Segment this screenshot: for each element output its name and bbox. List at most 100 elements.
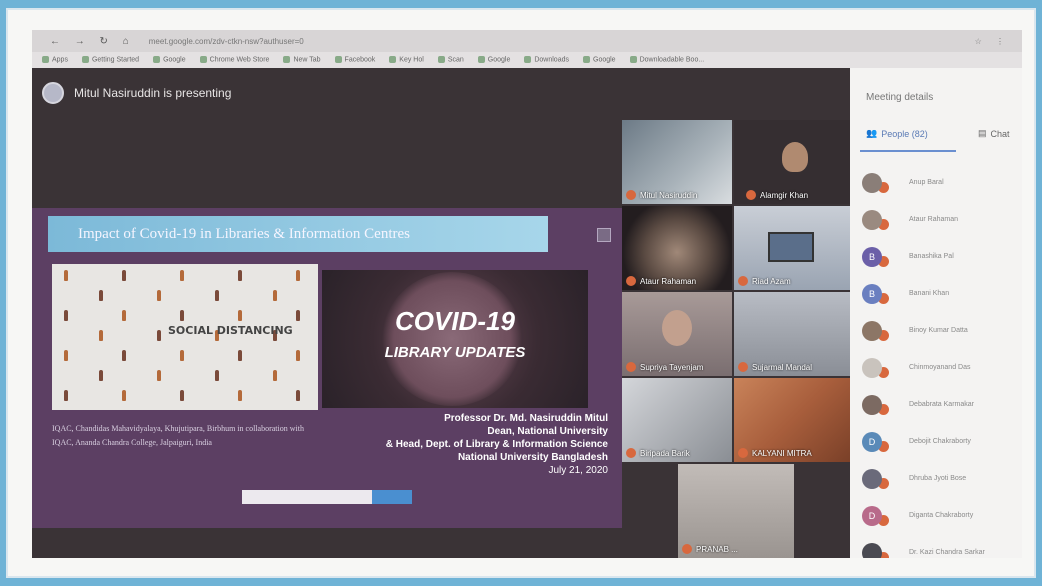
person-figure-icon — [180, 350, 184, 361]
covid-subtitle: LIBRARY UPDATES — [384, 344, 526, 361]
slide-control-icon[interactable] — [597, 228, 611, 242]
participant-row[interactable]: Debabrata Karmakar — [862, 386, 1022, 423]
person-figure-icon — [296, 390, 300, 401]
bookmark-item[interactable]: Key Hol — [389, 56, 424, 64]
person-figure-icon — [122, 390, 126, 401]
participant-row[interactable]: D Diganta Chakraborty — [862, 497, 1022, 534]
participant-figure — [782, 142, 808, 172]
people-list: Anup Baral Ataur Rahaman B Banashika Pal B Ba… — [862, 164, 1022, 558]
panel-title: Meeting details — [866, 92, 934, 103]
url-text[interactable]: meet.google.com/zdv-ctkn-nsw?authuser=0 — [149, 37, 304, 46]
participant-row[interactable]: Chinmoyanand Das — [862, 349, 1022, 386]
video-tile[interactable]: Biripada Barik — [622, 378, 732, 462]
presentation-slide: Impact of Covid-19 in Libraries & Inform… — [32, 208, 622, 528]
apps-icon — [42, 56, 49, 64]
mic-icon — [746, 190, 756, 200]
slide-search-button[interactable] — [372, 490, 412, 504]
participant-row[interactable]: B Banashika Pal — [862, 238, 1022, 275]
bookmark-item[interactable]: Apps — [42, 56, 68, 64]
screen: ← → ↻ ⌂ meet.google.com/zdv-ctkn-nsw?aut… — [32, 30, 1022, 558]
person-figure-icon — [238, 350, 242, 361]
presenter-label: Mitul Nasiruddin is presenting — [74, 86, 232, 100]
person-figure-icon — [215, 290, 219, 301]
participant-name: Banani Khan — [909, 290, 950, 297]
slide-search-box[interactable] — [242, 490, 412, 504]
bookmark-item[interactable]: Google — [153, 56, 186, 64]
facebook-icon — [334, 56, 342, 64]
covid-title: COVID-19 — [395, 306, 515, 336]
tab-people[interactable]: 👥 People (82) — [866, 128, 928, 139]
mic-icon — [738, 276, 748, 286]
video-tile[interactable]: PRANAB ... — [678, 464, 794, 558]
social-distancing-image — [52, 264, 318, 410]
presenter-bar: Mitul Nasiruddin is presenting — [42, 82, 231, 104]
video-tile[interactable]: KALYANI MITRA — [734, 378, 850, 462]
person-figure-icon — [64, 390, 68, 401]
participant-avatar — [862, 320, 882, 341]
video-tile[interactable]: Alamgir Khan — [734, 120, 850, 204]
video-tile[interactable]: Ataur Rahaman — [622, 206, 732, 290]
tab-chat[interactable]: ▤ Chat — [978, 128, 1010, 139]
participant-avatar — [862, 468, 882, 489]
person-figure-icon — [64, 270, 68, 281]
tile-label: KALYANI MITRA — [738, 448, 812, 458]
virus-icon — [382, 272, 522, 406]
mic-icon — [626, 362, 636, 372]
person-figure-icon — [64, 310, 68, 321]
tile-label: Sujarmal Mandal — [738, 362, 812, 372]
person-figure-icon — [296, 350, 300, 361]
video-tiles: Mitul Nasiruddin Alamgir Khan Ataur Raha… — [622, 120, 850, 558]
person-figure-icon — [296, 270, 300, 281]
person-figure-icon — [99, 290, 103, 301]
participant-avatar: D — [862, 431, 882, 452]
participant-name: Dr. Kazi Chandra Sarkar — [909, 549, 985, 556]
presentation-date: July 21, 2020 — [548, 465, 609, 476]
bookmark-item[interactable]: Downloads — [524, 56, 569, 64]
bookmark-icon — [629, 56, 637, 64]
bookmarks-bar: Apps Getting Started Google Chrome Web S… — [32, 52, 1022, 68]
participant-avatar: D — [862, 505, 882, 526]
bookmark-item[interactable]: Chrome Web Store — [199, 56, 269, 64]
tile-label: Ataur Rahaman — [626, 276, 696, 286]
bookmark-item[interactable]: Facebook — [334, 56, 375, 64]
bookmark-item[interactable]: Getting Started — [81, 56, 139, 64]
tile-label: Alamgir Khan — [746, 190, 808, 200]
tile-label: Riad Azam — [738, 276, 791, 286]
tile-label: Biripada Barik — [626, 448, 690, 458]
tile-label: Supriya Tayenjam — [626, 362, 703, 372]
participant-row[interactable]: Anup Baral — [862, 164, 1022, 201]
mic-icon — [738, 362, 748, 372]
participant-name: Chinmoyanand Das — [909, 364, 971, 371]
participant-row[interactable]: D Debojit Chakraborty — [862, 423, 1022, 460]
browser-url-bar[interactable]: ← → ↻ ⌂ meet.google.com/zdv-ctkn-nsw?aut… — [32, 30, 1022, 52]
video-tile[interactable]: Supriya Tayenjam — [622, 292, 732, 376]
participant-name: Dhruba Jyoti Bose — [909, 475, 967, 482]
participant-row[interactable]: B Banani Khan — [862, 275, 1022, 312]
bookmark-item[interactable]: Downloadable Boo... — [629, 56, 704, 64]
participant-name: Banashika Pal — [909, 253, 954, 260]
bookmark-item[interactable]: Google — [583, 56, 616, 64]
participant-row[interactable]: Ataur Rahaman — [862, 201, 1022, 238]
new-tab-icon — [283, 56, 291, 64]
bookmark-item[interactable]: Google — [477, 56, 510, 64]
person-figure-icon — [157, 290, 161, 301]
bookmark-icon — [81, 56, 89, 64]
slide-title: Impact of Covid-19 in Libraries & Inform… — [48, 216, 548, 252]
mic-icon — [738, 448, 748, 458]
meet-stage: Mitul Nasiruddin is presenting Impact of… — [32, 68, 850, 558]
video-tile[interactable]: Riad Azam — [734, 206, 850, 290]
social-distancing-label: SOCIAL DISTANCING — [168, 324, 293, 337]
video-tile[interactable]: Mitul Nasiruddin — [622, 120, 732, 204]
participant-row[interactable]: Binoy Kumar Datta — [862, 312, 1022, 349]
presenter-org: National University Bangladesh — [457, 452, 608, 463]
video-tile[interactable]: Sujarmal Mandal — [734, 292, 850, 376]
presenter-name: Professor Dr. Md. Nasiruddin Mitul — [444, 413, 608, 424]
browser-action-icons[interactable]: ☆ ⋮ — [975, 37, 1010, 46]
participant-row[interactable]: Dr. Kazi Chandra Sarkar — [862, 534, 1022, 558]
bookmark-item[interactable]: New Tab — [283, 56, 321, 64]
bookmark-item[interactable]: Scan — [437, 56, 464, 64]
browser-nav-icons[interactable]: ← → ↻ ⌂ — [50, 36, 135, 47]
person-figure-icon — [238, 310, 242, 321]
participant-row[interactable]: Dhruba Jyoti Bose — [862, 460, 1022, 497]
person-figure-icon — [122, 270, 126, 281]
